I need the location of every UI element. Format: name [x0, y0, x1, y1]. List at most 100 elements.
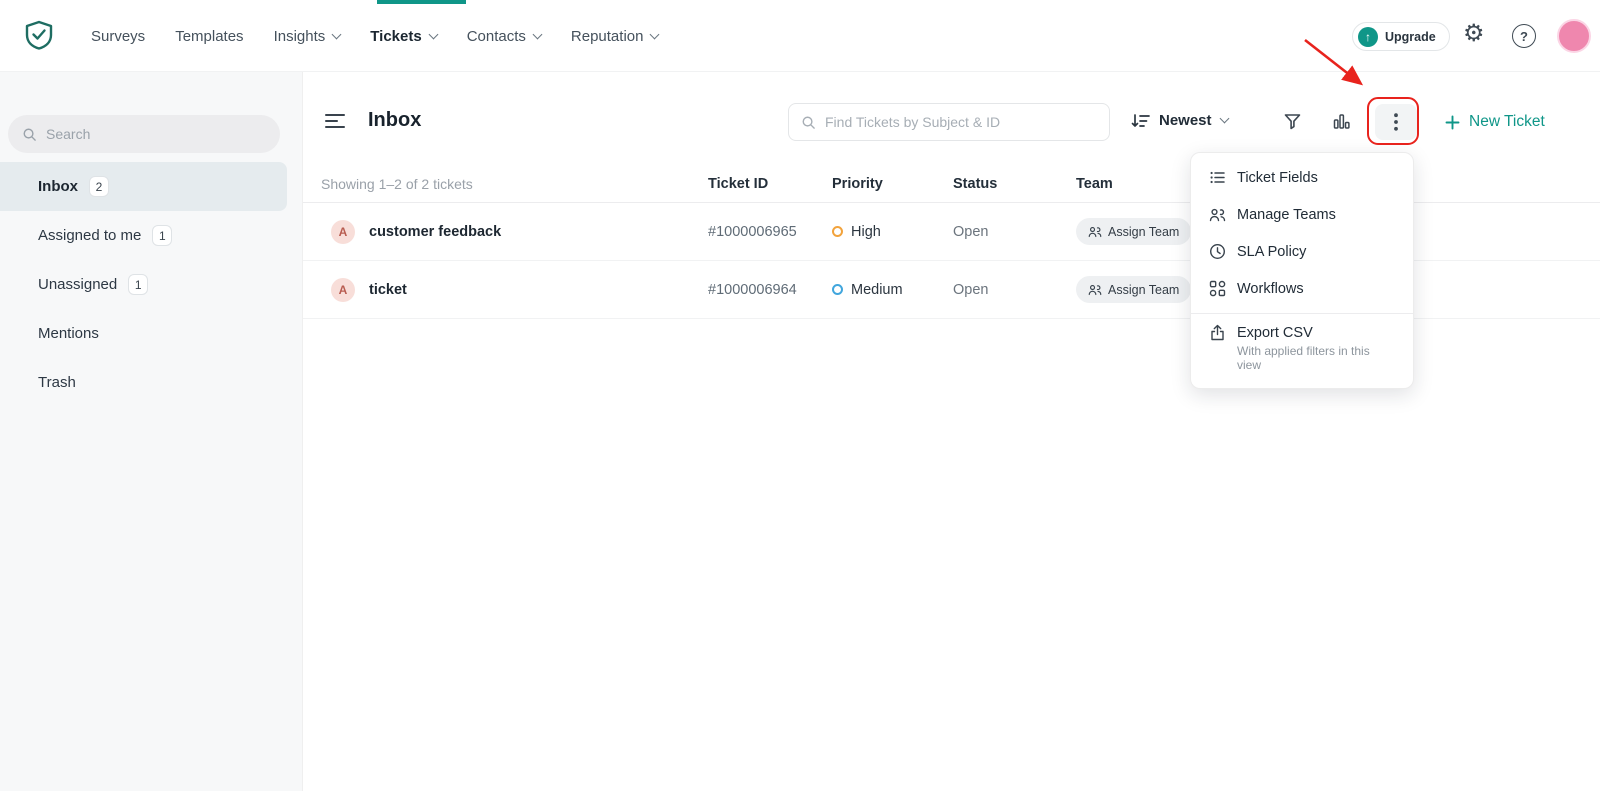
subject-cell: A ticket	[331, 278, 708, 302]
nav-item-reputation[interactable]: Reputation	[571, 0, 659, 72]
column-header-status: Status	[953, 176, 1076, 192]
chevron-down-icon	[1219, 114, 1229, 124]
menu-divider	[1191, 313, 1413, 314]
sidebar-item-label: Unassigned	[38, 276, 117, 293]
avatar: A	[331, 278, 355, 302]
main-nav: Surveys Templates Insights Tickets Conta…	[91, 0, 658, 72]
chevron-down-icon	[332, 29, 342, 39]
app-logo[interactable]	[24, 20, 54, 50]
sidebar-search[interactable]	[8, 115, 280, 153]
menu-item-label: Manage Teams	[1237, 207, 1336, 223]
nav-label: Insights	[274, 28, 326, 45]
menu-item-label: SLA Policy	[1237, 244, 1306, 260]
page-title: Inbox	[368, 109, 421, 132]
settings-gear-icon[interactable]: ⚙	[1463, 22, 1485, 46]
nav-item-tickets[interactable]: Tickets	[370, 0, 436, 72]
upgrade-label: Upgrade	[1385, 30, 1436, 44]
nav-item-contacts[interactable]: Contacts	[467, 0, 541, 72]
new-ticket-button[interactable]: New Ticket	[1445, 113, 1545, 131]
new-ticket-label: New Ticket	[1469, 113, 1545, 131]
menu-item-ticket-fields[interactable]: Ticket Fields	[1191, 159, 1413, 196]
nav-item-insights[interactable]: Insights	[274, 0, 341, 72]
columns-view-button[interactable]	[1332, 112, 1351, 134]
help-icon[interactable]: ?	[1512, 24, 1536, 48]
users-icon	[1088, 284, 1102, 296]
assign-team-label: Assign Team	[1108, 283, 1179, 297]
menu-item-sla-policy[interactable]: SLA Policy	[1191, 233, 1413, 270]
sort-label: Newest	[1159, 112, 1212, 129]
menu-item-label: Ticket Fields	[1237, 170, 1318, 186]
users-icon	[1088, 226, 1102, 238]
sidebar-item-trash[interactable]: Trash	[0, 358, 302, 407]
nav-label: Tickets	[370, 28, 421, 45]
menu-item-label: Export CSV	[1237, 325, 1313, 341]
avatar: A	[331, 220, 355, 244]
search-icon	[22, 127, 37, 142]
sidebar-item-label: Mentions	[38, 325, 99, 342]
nav-label: Surveys	[91, 28, 145, 45]
count-badge: 2	[89, 176, 109, 197]
priority-cell: High	[832, 224, 953, 240]
menu-item-workflows[interactable]: Workflows	[1191, 270, 1413, 307]
workflow-icon	[1209, 280, 1226, 297]
search-icon	[801, 115, 816, 130]
chevron-down-icon	[650, 29, 660, 39]
ticket-id: #1000006964	[708, 282, 832, 298]
status-label: Open	[953, 224, 1076, 240]
assign-team-label: Assign Team	[1108, 225, 1179, 239]
filter-button[interactable]	[1283, 112, 1302, 134]
sidebar-item-mentions[interactable]: Mentions	[0, 309, 302, 358]
menu-item-export-csv[interactable]: Export CSV With applied filters in this …	[1191, 320, 1413, 384]
nav-label: Reputation	[571, 28, 644, 45]
sidebar: Inbox 2 Assigned to me 1 Unassigned 1 Me…	[0, 72, 303, 791]
column-header-ticket-id: Ticket ID	[708, 176, 832, 192]
sidebar-item-unassigned[interactable]: Unassigned 1	[0, 260, 302, 309]
funnel-icon	[1283, 112, 1302, 131]
kebab-menu-icon	[1394, 113, 1398, 131]
count-badge: 1	[128, 274, 148, 295]
ticket-id: #1000006965	[708, 224, 832, 240]
upgrade-button[interactable]: ↑ Upgrade	[1352, 22, 1450, 51]
sidebar-search-input[interactable]	[46, 126, 246, 142]
count-badge: 1	[152, 225, 172, 246]
users-icon	[1209, 208, 1226, 222]
assign-team-button[interactable]: Assign Team	[1076, 218, 1191, 245]
results-summary: Showing 1–2 of 2 tickets	[321, 176, 708, 192]
nav-label: Templates	[175, 28, 243, 45]
user-avatar[interactable]	[1557, 19, 1591, 53]
sidebar-item-assigned-to-me[interactable]: Assigned to me 1	[0, 211, 302, 260]
assign-team-button[interactable]: Assign Team	[1076, 276, 1191, 303]
priority-cell: Medium	[832, 282, 953, 298]
collapse-sidebar-icon[interactable]	[325, 112, 347, 130]
status-label: Open	[953, 282, 1076, 298]
menu-item-subtitle: With applied filters in this view	[1237, 344, 1395, 372]
priority-ring-icon	[832, 226, 843, 237]
ticket-subject: ticket	[369, 282, 407, 298]
sidebar-item-inbox[interactable]: Inbox 2	[0, 162, 287, 211]
nav-item-surveys[interactable]: Surveys	[91, 0, 145, 72]
menu-item-manage-teams[interactable]: Manage Teams	[1191, 196, 1413, 233]
sort-dropdown[interactable]: Newest	[1131, 112, 1228, 129]
menu-item-label: Workflows	[1237, 281, 1304, 297]
priority-label: High	[851, 224, 881, 240]
priority-ring-icon	[832, 284, 843, 295]
nav-item-templates[interactable]: Templates	[175, 0, 243, 72]
export-icon	[1209, 324, 1226, 341]
sort-descending-icon	[1131, 113, 1150, 129]
subject-cell: A customer feedback	[331, 220, 708, 244]
more-options-button[interactable]	[1375, 104, 1417, 140]
top-navbar: Surveys Templates Insights Tickets Conta…	[0, 0, 1600, 72]
sidebar-folder-list: Inbox 2 Assigned to me 1 Unassigned 1 Me…	[0, 162, 302, 407]
sidebar-item-label: Inbox	[38, 178, 78, 195]
bar-chart-icon	[1332, 112, 1351, 131]
rocket-icon: ↑	[1358, 27, 1378, 47]
chevron-down-icon	[532, 29, 542, 39]
more-options-menu: Ticket Fields Manage Teams SLA Policy	[1190, 152, 1414, 389]
ticket-subject: customer feedback	[369, 224, 501, 240]
chevron-down-icon	[428, 29, 438, 39]
priority-label: Medium	[851, 282, 903, 298]
column-header-priority: Priority	[832, 176, 953, 192]
nav-label: Contacts	[467, 28, 526, 45]
ticket-search-input[interactable]	[825, 114, 1085, 130]
ticket-search[interactable]	[788, 103, 1110, 141]
